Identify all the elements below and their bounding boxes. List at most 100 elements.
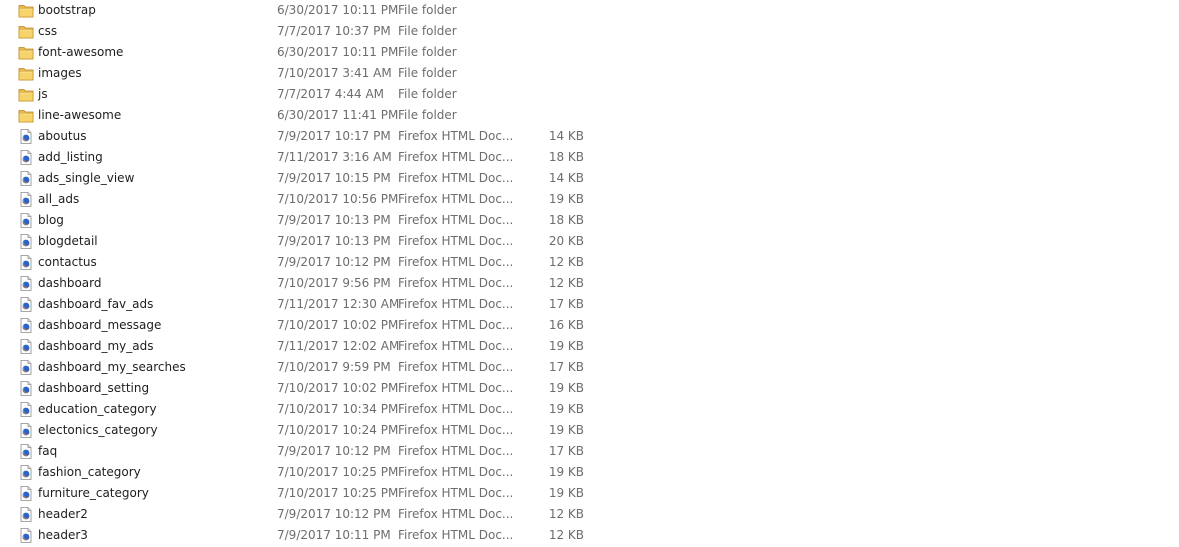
file-name: dashboard_my_ads (38, 339, 154, 353)
file-type: Firefox HTML Doc... (398, 465, 514, 479)
firefox-html-document-icon (18, 360, 34, 375)
file-type: Firefox HTML Doc... (398, 213, 514, 227)
file-row[interactable]: fashion_category 7/10/2017 10:25 PM Firefo… (0, 462, 1179, 483)
file-type: Firefox HTML Doc... (398, 171, 514, 185)
file-size: 16 KB (548, 318, 584, 332)
file-row[interactable]: header3 7/9/2017 10:11 PM Firefox HTML Doc… (0, 525, 1179, 546)
file-name: electonics_category (38, 423, 158, 437)
file-date-modified: 7/11/2017 12:02 AM (277, 339, 400, 353)
file-row[interactable]: faq 7/9/2017 10:12 PM Firefox HTML Doc... 1… (0, 441, 1179, 462)
file-name: dashboard (38, 276, 102, 290)
file-row[interactable]: dashboard 7/10/2017 9:56 PM Firefox HTML D… (0, 273, 1179, 294)
file-row[interactable]: ads_single_view 7/9/2017 10:15 PM Firefox … (0, 168, 1179, 189)
file-type: Firefox HTML Doc... (398, 528, 514, 542)
file-row[interactable]: images 7/10/2017 3:41 AM File folder (0, 63, 1179, 84)
file-size: 18 KB (548, 150, 584, 164)
file-row[interactable]: blogdetail 7/9/2017 10:13 PM Firefox HTML … (0, 231, 1179, 252)
file-name: faq (38, 444, 58, 458)
firefox-html-document-icon (18, 213, 34, 228)
folder-icon (18, 24, 34, 39)
file-row[interactable]: css 7/7/2017 10:37 PM File folder (0, 21, 1179, 42)
file-name: dashboard_my_searches (38, 360, 186, 374)
file-row[interactable]: dashboard_setting 7/10/2017 10:02 PM Firef… (0, 378, 1179, 399)
firefox-html-document-icon (18, 234, 34, 249)
file-row[interactable]: dashboard_message 7/10/2017 10:02 PM Firef… (0, 315, 1179, 336)
file-date-modified: 7/9/2017 10:12 PM (277, 444, 391, 458)
file-row[interactable]: bootstrap 6/30/2017 10:11 PM File folder (0, 0, 1179, 21)
firefox-html-document-icon (18, 129, 34, 144)
file-type: Firefox HTML Doc... (398, 507, 514, 521)
firefox-html-document-icon (18, 486, 34, 501)
file-type: Firefox HTML Doc... (398, 297, 514, 311)
file-date-modified: 7/7/2017 10:37 PM (277, 24, 391, 38)
file-date-modified: 7/9/2017 10:15 PM (277, 171, 391, 185)
file-size: 14 KB (548, 171, 584, 185)
file-date-modified: 7/10/2017 10:34 PM (277, 402, 399, 416)
file-date-modified: 7/10/2017 10:56 PM (277, 192, 399, 206)
file-date-modified: 7/9/2017 10:13 PM (277, 234, 391, 248)
file-size: 12 KB (548, 507, 584, 521)
file-row[interactable]: add_listing 7/11/2017 3:16 AM Firefox HTML… (0, 147, 1179, 168)
file-name: dashboard_setting (38, 381, 150, 395)
file-row[interactable]: furniture_category 7/10/2017 10:25 PM Fire… (0, 483, 1179, 504)
firefox-html-document-icon (18, 150, 34, 165)
file-date-modified: 6/30/2017 11:41 PM (277, 108, 399, 122)
file-size: 17 KB (548, 444, 584, 458)
file-size: 18 KB (548, 213, 584, 227)
file-row[interactable]: contactus 7/9/2017 10:12 PM Firefox HTML D… (0, 252, 1179, 273)
file-row[interactable]: js 7/7/2017 4:44 AM File folder (0, 84, 1179, 105)
file-type: Firefox HTML Doc... (398, 192, 514, 206)
file-type: Firefox HTML Doc... (398, 129, 514, 143)
file-row[interactable]: education_category 7/10/2017 10:34 PM Fire… (0, 399, 1179, 420)
file-name: furniture_category (38, 486, 149, 500)
firefox-html-document-icon (18, 297, 34, 312)
file-size: 12 KB (548, 528, 584, 542)
file-row[interactable]: line-awesome 6/30/2017 11:41 PM File folde… (0, 105, 1179, 126)
file-date-modified: 7/9/2017 10:11 PM (277, 528, 391, 542)
file-size: 19 KB (548, 465, 584, 479)
file-size: 19 KB (548, 486, 584, 500)
file-type: Firefox HTML Doc... (398, 486, 514, 500)
file-row[interactable]: dashboard_my_searches 7/10/2017 9:59 PM Fi… (0, 357, 1179, 378)
file-row[interactable]: font-awesome 6/30/2017 10:11 PM File folde… (0, 42, 1179, 63)
file-name: add_listing (38, 150, 103, 164)
file-size: 17 KB (548, 297, 584, 311)
firefox-html-document-icon (18, 402, 34, 417)
file-date-modified: 7/10/2017 9:56 PM (277, 276, 391, 290)
file-date-modified: 7/10/2017 3:41 AM (277, 66, 392, 80)
file-date-modified: 6/30/2017 10:11 PM (277, 3, 399, 17)
file-type: File folder (398, 108, 457, 122)
file-size: 14 KB (548, 129, 584, 143)
firefox-html-document-icon (18, 381, 34, 396)
file-row[interactable]: blog 7/9/2017 10:13 PM Firefox HTML Doc...… (0, 210, 1179, 231)
file-type: File folder (398, 66, 457, 80)
file-row[interactable]: aboutus 7/9/2017 10:17 PM Firefox HTML Doc… (0, 126, 1179, 147)
file-type: Firefox HTML Doc... (398, 150, 514, 164)
file-type: Firefox HTML Doc... (398, 444, 514, 458)
file-name: blogdetail (38, 234, 98, 248)
file-row[interactable]: header2 7/9/2017 10:12 PM Firefox HTML Doc… (0, 504, 1179, 525)
file-row[interactable]: electonics_category 7/10/2017 10:24 PM Fir… (0, 420, 1179, 441)
firefox-html-document-icon (18, 255, 34, 270)
file-date-modified: 7/9/2017 10:13 PM (277, 213, 391, 227)
folder-icon (18, 87, 34, 102)
file-type: File folder (398, 45, 457, 59)
file-size: 19 KB (548, 192, 584, 206)
folder-icon (18, 3, 34, 18)
firefox-html-document-icon (18, 423, 34, 438)
file-size: 20 KB (548, 234, 584, 248)
file-row[interactable]: dashboard_fav_ads 7/11/2017 12:30 AM Firef… (0, 294, 1179, 315)
file-type: File folder (398, 87, 457, 101)
firefox-html-document-icon (18, 276, 34, 291)
file-name: dashboard_fav_ads (38, 297, 154, 311)
firefox-html-document-icon (18, 444, 34, 459)
folder-icon (18, 66, 34, 81)
file-type: Firefox HTML Doc... (398, 423, 514, 437)
file-size: 19 KB (548, 339, 584, 353)
file-row[interactable]: all_ads 7/10/2017 10:56 PM Firefox HTML Do… (0, 189, 1179, 210)
file-date-modified: 7/10/2017 10:25 PM (277, 486, 399, 500)
file-row[interactable]: dashboard_my_ads 7/11/2017 12:02 AM Firefo… (0, 336, 1179, 357)
file-name: images (38, 66, 82, 80)
file-date-modified: 7/9/2017 10:17 PM (277, 129, 391, 143)
file-size: 12 KB (548, 276, 584, 290)
